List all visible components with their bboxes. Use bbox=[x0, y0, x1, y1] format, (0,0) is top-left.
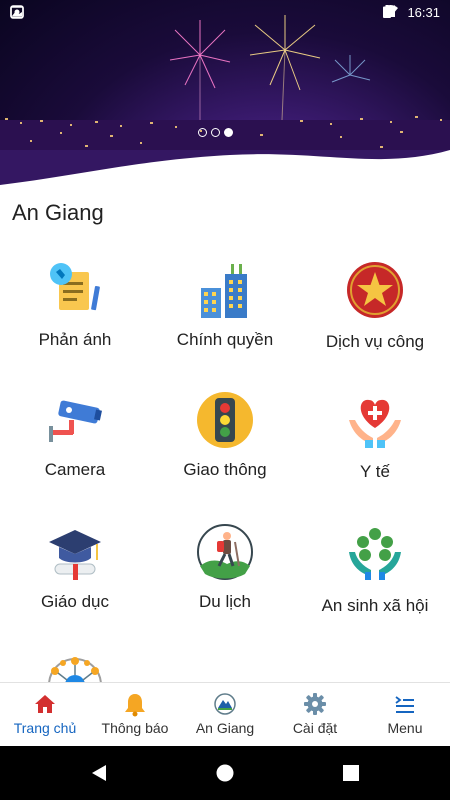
nav-notifications[interactable]: Thông báo bbox=[90, 683, 180, 747]
service-label: Y tế bbox=[360, 462, 390, 481]
hero-banner[interactable]: 16:31 bbox=[0, 0, 450, 190]
fireworks-city-image bbox=[0, 15, 450, 190]
status-time: 16:31 bbox=[407, 5, 440, 20]
government-building-icon bbox=[195, 260, 255, 320]
nav-label: Trang chủ bbox=[13, 720, 77, 736]
service-label: Camera bbox=[44, 460, 106, 479]
service-label: Giao thông bbox=[183, 460, 267, 479]
system-navigation-bar bbox=[0, 746, 450, 800]
hiker-icon bbox=[195, 522, 255, 582]
carousel-dot-active[interactable] bbox=[224, 128, 233, 137]
traffic-light-icon bbox=[195, 390, 255, 450]
graduation-cap-icon bbox=[45, 522, 105, 582]
service-label: Du lịch bbox=[199, 592, 251, 611]
service-label: Dịch vụ công bbox=[325, 332, 425, 351]
an-giang-logo-icon bbox=[214, 693, 236, 715]
menu-icon bbox=[394, 693, 416, 715]
nav-home[interactable]: Trang chủ bbox=[0, 683, 90, 747]
service-label: Phản ánh bbox=[38, 330, 112, 349]
home-icon bbox=[34, 693, 56, 715]
home-circle-icon[interactable] bbox=[216, 764, 234, 787]
service-tile-dich-vu-cong[interactable]: Dịch vụ công bbox=[300, 250, 450, 370]
gear-icon bbox=[304, 693, 326, 715]
service-tile-phan-anh[interactable]: Phản ánh bbox=[0, 250, 150, 370]
back-icon[interactable] bbox=[90, 764, 108, 787]
carousel-indicator[interactable] bbox=[198, 128, 233, 137]
carousel-dot[interactable] bbox=[211, 128, 220, 137]
service-tile-camera[interactable]: Camera bbox=[0, 380, 150, 500]
nav-menu[interactable]: Menu bbox=[360, 683, 450, 747]
public-service-emblem-icon bbox=[345, 260, 405, 320]
carousel-dot[interactable] bbox=[198, 128, 207, 137]
service-tile-chinh-quyen[interactable]: Chính quyền bbox=[150, 250, 300, 370]
service-tile-an-sinh-xa-hoi[interactable]: An sinh xã hội bbox=[300, 512, 450, 632]
service-tile-giao-thong[interactable]: Giao thông bbox=[150, 380, 300, 500]
health-care-icon bbox=[345, 390, 405, 450]
nav-label: Cài đặt bbox=[292, 720, 338, 736]
security-camera-icon bbox=[45, 390, 105, 450]
recents-square-icon[interactable] bbox=[343, 765, 359, 786]
service-label: An sinh xã hội bbox=[321, 596, 429, 615]
region-title: An Giang bbox=[12, 200, 104, 225]
service-tile-network[interactable] bbox=[0, 645, 150, 682]
service-label: Chính quyền bbox=[176, 330, 274, 349]
nav-label: Thông báo bbox=[101, 720, 169, 736]
network-globe-icon bbox=[45, 655, 105, 682]
nav-an-giang[interactable]: An Giang bbox=[180, 683, 270, 747]
service-tile-du-lich[interactable]: Du lịch bbox=[150, 512, 300, 632]
nav-settings[interactable]: Cài đặt bbox=[270, 683, 360, 747]
report-icon bbox=[45, 260, 105, 320]
nav-label: Menu bbox=[387, 720, 423, 736]
bell-icon bbox=[124, 693, 146, 717]
service-tile-y-te[interactable]: Y tế bbox=[300, 380, 450, 500]
service-label: Giáo dục bbox=[40, 592, 110, 611]
service-tile-giao-duc[interactable]: Giáo dục bbox=[0, 512, 150, 632]
social-security-icon bbox=[345, 522, 405, 582]
status-bar: 16:31 bbox=[0, 0, 450, 26]
bottom-navigation: Trang chủ Thông báo An Giang Cài đặt Men… bbox=[0, 682, 450, 747]
nav-label: An Giang bbox=[195, 720, 255, 736]
